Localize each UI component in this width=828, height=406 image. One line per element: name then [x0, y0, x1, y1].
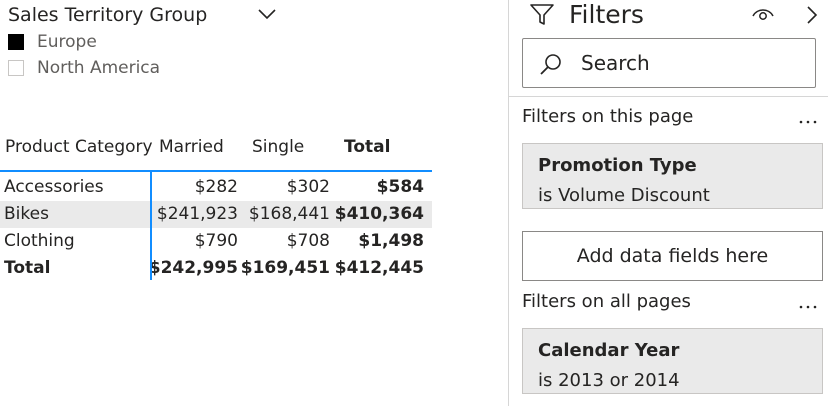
cell-total[interactable]: $584	[377, 174, 424, 201]
checkbox-checked[interactable]	[8, 34, 24, 50]
slicer-item-north-america[interactable]: North America	[8, 57, 208, 79]
row-header[interactable]: Bikes	[4, 201, 49, 228]
row-header[interactable]: Accessories	[4, 174, 104, 201]
column-header-total[interactable]: Total	[344, 136, 390, 158]
filter-card-promotion-type[interactable]: Promotion Type is Volume Discount	[522, 143, 823, 209]
cell-single[interactable]: $168,441	[249, 201, 330, 228]
table-row: Clothing $790 $708 $1,498	[0, 228, 432, 255]
row-header[interactable]: Clothing	[4, 228, 75, 255]
filter-card-value: is Volume Discount	[538, 185, 710, 206]
cell-married[interactable]: $282	[195, 174, 238, 201]
search-placeholder: Search	[581, 51, 650, 75]
cell-single[interactable]: $302	[287, 174, 330, 201]
chevron-right-icon[interactable]	[805, 5, 819, 25]
cell-total[interactable]: $1,498	[358, 228, 424, 255]
table-row: Bikes $241,923 $168,441 $410,364	[0, 201, 432, 228]
row-header-total: Total	[4, 258, 51, 278]
filter-card-calendar-year[interactable]: Calendar Year is 2013 or 2014	[522, 328, 823, 394]
search-icon	[539, 52, 563, 76]
cell-single[interactable]: $708	[287, 228, 330, 255]
filter-icon	[529, 3, 555, 27]
column-header-married[interactable]: Married	[159, 136, 224, 158]
column-header-single[interactable]: Single	[252, 136, 304, 158]
cell-married[interactable]: $241,923	[157, 201, 238, 228]
cell-grand-total[interactable]: $412,445	[335, 255, 424, 282]
eye-icon[interactable]	[751, 6, 775, 24]
more-options-icon[interactable]	[797, 114, 819, 128]
more-options-icon[interactable]	[797, 299, 819, 313]
total-row: Total $242,995 $169,451 $412,445	[0, 255, 432, 282]
checkbox-unchecked[interactable]	[8, 60, 24, 76]
cell-total[interactable]: $410,364	[335, 201, 424, 228]
cell-married-total[interactable]: $242,995	[149, 255, 238, 282]
slicer-item-label: Europe	[37, 32, 97, 52]
table-row: Accessories $282 $302 $584	[0, 174, 432, 201]
cell-married[interactable]: $790	[195, 228, 238, 255]
filter-card-value: is 2013 or 2014	[538, 370, 680, 391]
slicer-title: Sales Territory Group	[8, 4, 208, 26]
filter-search-input[interactable]: Search	[522, 38, 816, 88]
filters-pane-title: Filters	[569, 0, 644, 29]
column-header-product-category[interactable]: Product Category	[5, 136, 153, 158]
row-header-divider	[150, 172, 152, 280]
cell-single-total[interactable]: $169,451	[241, 255, 330, 282]
filters-pane-header: Filters	[509, 0, 828, 34]
filter-card-title: Calendar Year	[538, 340, 680, 361]
pane-divider	[509, 96, 828, 97]
filter-card-title: Promotion Type	[538, 155, 697, 176]
slicer-item-label: North America	[37, 58, 161, 78]
sales-territory-slicer: Sales Territory Group Europe North Ameri…	[0, 0, 500, 90]
chevron-down-icon[interactable]	[256, 6, 278, 22]
filters-pane: Filters Search Filters on this page Prom…	[508, 0, 828, 406]
section-label-this-page: Filters on this page	[522, 106, 694, 127]
add-data-fields-dropzone[interactable]: Add data fields here	[522, 231, 823, 281]
matrix-header-row: Product Category Married Single Total	[0, 128, 432, 172]
slicer-header: Sales Territory Group	[8, 2, 278, 28]
slicer-item-europe[interactable]: Europe	[8, 31, 208, 53]
section-label-all-pages: Filters on all pages	[522, 291, 691, 312]
